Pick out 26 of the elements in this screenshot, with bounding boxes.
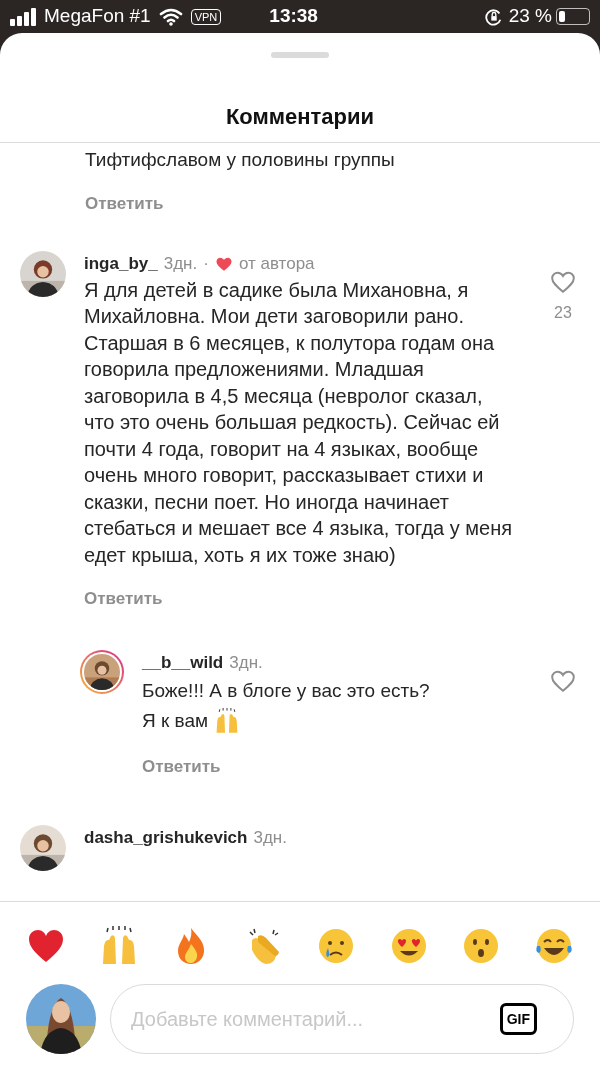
username[interactable]: inga_by_ [84,252,158,275]
separator-dot: · [203,252,209,275]
carrier-name: MegaFon #1 [44,4,151,29]
laughing-face-icon[interactable] [533,926,574,966]
gif-button[interactable]: GIF [499,1003,537,1035]
comment-text: Боже!!! А в блоге у вас это есть? [142,678,430,703]
comment-text: Тифтифславом у половины группы [85,148,396,172]
clock-time: 13:38 [269,4,318,29]
author-label: от автора [238,252,315,275]
comment-time: 3дн. [229,651,263,674]
signal-icon [10,7,38,26]
wifi-icon [158,7,183,26]
drag-handle[interactable] [271,52,329,58]
comment-time: 3дн. [163,252,198,275]
sheet-title: Комментарии [225,103,375,131]
rotation-lock-icon [484,7,503,26]
battery-percent: 23 % [508,4,552,29]
comment-text: Я к вам [142,708,209,733]
comment-time: 3дн. [253,827,287,849]
username[interactable]: __b__wild [142,651,224,674]
vpn-badge: VPN [190,8,222,25]
comment-field[interactable]: Добавьте комментарий... [131,1004,500,1034]
battery-icon [556,8,590,25]
like-count: 23 [554,302,572,323]
comment-text: Я для детей в садике была Михановна, я Михайловна. Мои дети заговорили рано. Старшая в 6 месяцев, к полутора годам она говорила предложениями. Младшая заговорила в 4,5 месяца (невролог сказал, что это очень большая редкость). Сейчас ей почти 4 года, говорит на 4 языках, вообще очень много говорит, рассказывает стихи и сказки, песни поет. Но иногда начинает стебаться и мешает все 4 языка, тогда у меня едет крыша, хоть я их тоже знаю) [84,277,514,568]
username[interactable]: dasha_grishukevich [84,827,248,849]
